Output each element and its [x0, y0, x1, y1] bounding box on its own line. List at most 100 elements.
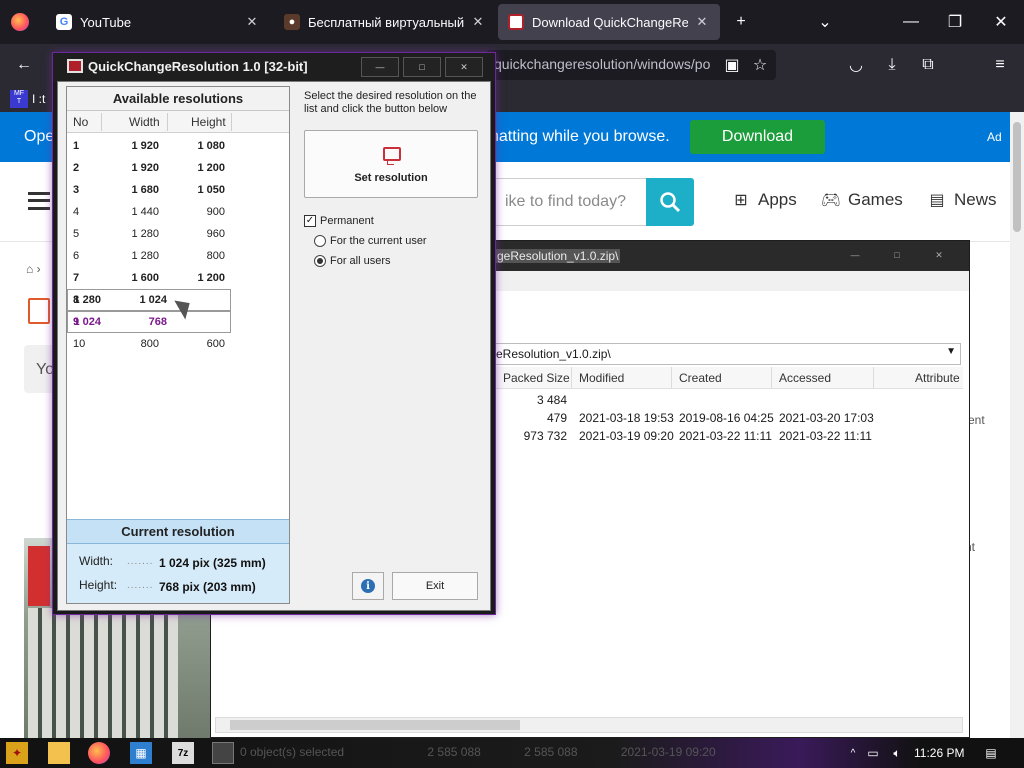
qcr-title: QuickChangeResolution 1.0 [32-bit]: [88, 59, 308, 74]
pocket-icon[interactable]: ◡: [844, 53, 868, 77]
close-window-icon[interactable]: ✕: [978, 0, 1024, 44]
maximize-icon[interactable]: □: [403, 57, 441, 77]
all-users-label[interactable]: For all users: [330, 255, 391, 267]
permanent-checkbox[interactable]: ✓: [304, 215, 316, 227]
sevenzip-path-field[interactable]: eResolution_v1.0.zip\ ▼: [495, 343, 961, 365]
info-icon: i: [361, 579, 375, 593]
col-separator[interactable]: [671, 367, 672, 389]
set-resolution-button[interactable]: Set resolution: [304, 130, 478, 198]
firefox-menu-icon[interactable]: [0, 0, 40, 44]
qcr-titlebar[interactable]: QuickChangeResolution 1.0 [32-bit] — □ ✕: [53, 53, 495, 81]
tab-download-quickchange[interactable]: Download QuickChangeResolu ✕: [498, 4, 720, 40]
col-accessed[interactable]: Accessed: [779, 371, 831, 385]
info-button[interactable]: i: [352, 572, 384, 600]
promo-download-button[interactable]: Download: [690, 120, 825, 154]
row-no: 6: [73, 250, 80, 262]
sevenzip-taskbar-icon[interactable]: 7z: [172, 742, 194, 764]
current-user-label[interactable]: For the current user: [330, 235, 427, 247]
hamburger-menu-icon[interactable]: ≡: [988, 53, 1012, 77]
resolution-row-selected[interactable]: 9 1 024 768: [67, 311, 231, 333]
minimize-icon[interactable]: —: [845, 250, 865, 260]
col-width: Width: [129, 115, 160, 129]
sevenzip-hscroll-thumb[interactable]: [230, 720, 520, 730]
qcr-taskbar-icon[interactable]: [212, 742, 234, 764]
current-user-radio[interactable]: [314, 235, 326, 247]
app-logo-icon: [28, 298, 50, 324]
tab-virtual[interactable]: ● Бесплатный виртуальный но ✕: [274, 4, 496, 40]
tray-chevron-icon[interactable]: ^: [842, 742, 864, 764]
close-icon[interactable]: ✕: [244, 14, 260, 30]
nav-news[interactable]: ▤ News: [928, 190, 996, 210]
row-height: 1 050: [197, 184, 225, 196]
firefox-icon[interactable]: [88, 742, 110, 764]
col-separator[interactable]: [771, 367, 772, 389]
permanent-label[interactable]: Permanent: [320, 215, 374, 227]
close-icon[interactable]: ✕: [470, 14, 486, 30]
page-scrollbar-thumb[interactable]: [1013, 122, 1021, 232]
bookmark-favicon-icon[interactable]: MF T: [10, 90, 28, 108]
site-search-input[interactable]: ike to find today?: [494, 178, 646, 226]
resolution-row[interactable]: 1 1 920 1 080: [67, 135, 289, 157]
col-modified[interactable]: Modified: [579, 371, 624, 385]
file-explorer-icon[interactable]: [48, 742, 70, 764]
resolution-row[interactable]: 5 1 280 960: [67, 223, 289, 245]
close-icon[interactable]: ✕: [445, 57, 483, 77]
taskbar-clock[interactable]: 11:26 PM: [914, 746, 964, 760]
resolution-row[interactable]: 10 800 600: [67, 333, 289, 355]
resolution-row[interactable]: 3 1 680 1 050: [67, 179, 289, 201]
back-arrow-icon[interactable]: ←: [12, 53, 36, 77]
site-menu-icon[interactable]: [28, 192, 50, 210]
close-icon[interactable]: ✕: [929, 250, 949, 260]
sevenzip-title: geResolution_v1.0.zip\: [495, 249, 621, 263]
taskbar: ✦ ▦ 7z 0 object(s) selected 2 585 088 2 …: [0, 738, 1024, 768]
cell-accessed: 2021-03-20 17:03: [779, 411, 874, 425]
new-tab-button[interactable]: +: [718, 0, 764, 44]
minimize-icon[interactable]: —: [888, 0, 934, 44]
tab-youtube[interactable]: G YouTube ✕: [46, 4, 270, 40]
row-width: 1 440: [131, 206, 159, 218]
volume-icon[interactable]: 🔈︎: [886, 742, 908, 764]
resolution-row[interactable]: 4 1 440 900: [67, 201, 289, 223]
exit-button[interactable]: Exit: [392, 572, 478, 600]
resolution-row-hovered[interactable]: 8 1 280 1 024: [67, 289, 231, 311]
minimize-icon[interactable]: —: [361, 57, 399, 77]
start-icon[interactable]: ✦: [6, 742, 28, 764]
col-created[interactable]: Created: [679, 371, 722, 385]
col-separator[interactable]: [873, 367, 874, 389]
width-value: 1 024 pix (325 mm): [159, 556, 266, 570]
qcr-window: QuickChangeResolution 1.0 [32-bit] — □ ✕…: [52, 52, 496, 615]
col-attributes[interactable]: Attribute: [915, 371, 960, 385]
resolution-row[interactable]: 7 1 600 1 200: [67, 267, 289, 289]
app-icon[interactable]: ▦: [130, 742, 152, 764]
col-separator[interactable]: [571, 367, 572, 389]
nav-games[interactable]: 🎮︎ Games: [821, 190, 903, 210]
ad-label: Ad: [987, 130, 1002, 144]
search-icon[interactable]: [646, 178, 694, 226]
downloads-icon[interactable]: ⤓: [880, 53, 904, 77]
page-scrollbar[interactable]: [1010, 112, 1024, 738]
bookmark-label[interactable]: I :t: [32, 92, 45, 106]
restore-icon[interactable]: ❐: [932, 0, 978, 44]
all-users-radio[interactable]: [314, 255, 326, 267]
reader-view-icon[interactable]: ▣: [720, 53, 744, 77]
chevron-down-icon[interactable]: ▼: [946, 346, 956, 357]
building: [28, 608, 178, 738]
row-width: 1 680: [131, 184, 159, 196]
network-icon[interactable]: ▭: [862, 742, 884, 764]
chevron-down-icon[interactable]: ⌄: [802, 0, 848, 44]
close-icon[interactable]: ✕: [694, 14, 710, 30]
bookmark-star-icon[interactable]: ☆: [748, 53, 772, 77]
col-packed-size[interactable]: Packed Size: [503, 371, 570, 385]
sevenzip-hscrollbar[interactable]: [215, 717, 963, 733]
maximize-icon[interactable]: □: [887, 250, 907, 260]
width-label: Width:: [79, 554, 114, 568]
col-no: No: [73, 115, 89, 129]
home-icon[interactable]: ⌂ ›: [26, 262, 41, 276]
notification-icon[interactable]: ▤: [980, 742, 1002, 764]
nav-apps[interactable]: ⊞ Apps: [732, 190, 796, 210]
resolution-row[interactable]: 6 1 280 800: [67, 245, 289, 267]
row-no: 4: [73, 206, 80, 218]
extensions-icon[interactable]: ⧉: [916, 53, 940, 77]
resolution-row[interactable]: 2 1 920 1 200: [67, 157, 289, 179]
row-width: 1 280: [131, 250, 159, 262]
